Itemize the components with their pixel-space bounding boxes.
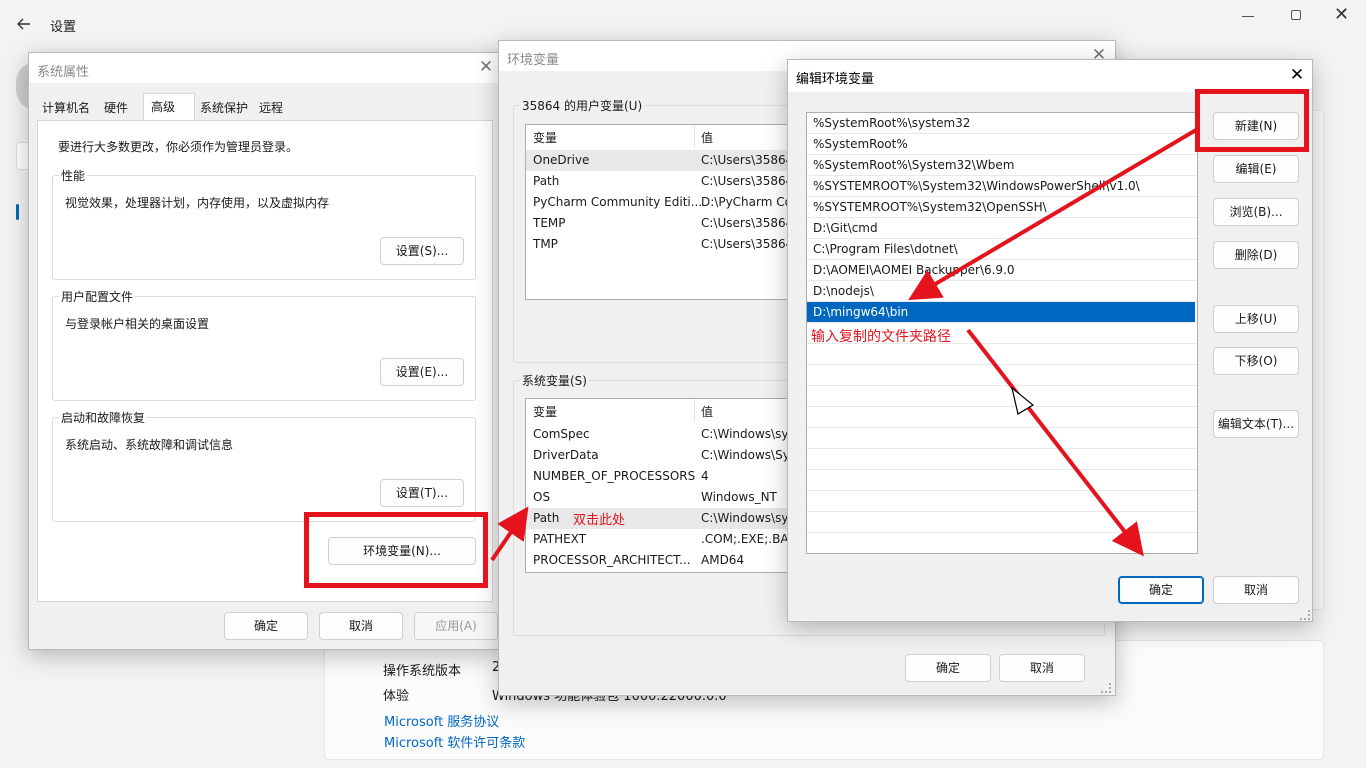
arrow-hint-to-ok bbox=[966, 328, 1144, 557]
annotation-arrows bbox=[490, 128, 1198, 562]
arrow-new-to-entry bbox=[908, 128, 1198, 301]
arrow-to-path-row bbox=[490, 506, 529, 562]
